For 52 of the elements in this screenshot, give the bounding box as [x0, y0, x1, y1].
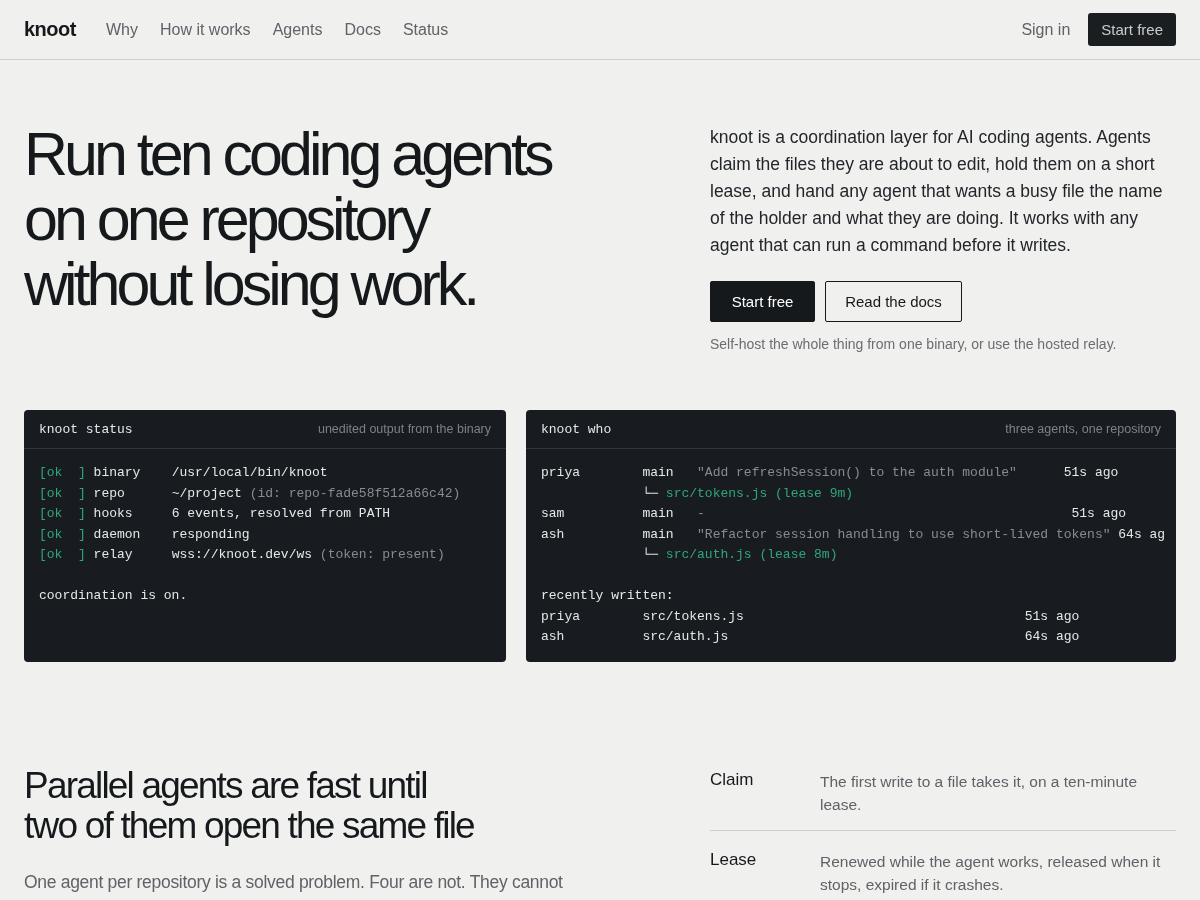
terminal-highlight: [ok ] [39, 547, 86, 562]
section-paragraph: One agent per repository is a solved problem. Four are not. They cannot [24, 872, 563, 893]
terminal-text: └─ [641, 547, 660, 562]
terminal-text: 64s ag [1117, 526, 1166, 542]
sign-in-link[interactable]: Sign in [1021, 20, 1071, 39]
section-heading: Parallel agents are fast until two of them open the same file [24, 766, 475, 846]
terminal-text: recently written: [541, 588, 674, 603]
terminal-text: priya src/tokens.js 51s ago [541, 608, 1080, 624]
cta-button[interactable]: Read the docs [825, 281, 962, 322]
terminal-highlight: [ok ] [39, 526, 86, 542]
terminal-highlight: src/tokens.js (lease 9m) [665, 485, 854, 501]
terminal-comment: "Add refreshSession() to the auth module" [697, 465, 1017, 480]
terminal-caption: three agents, one repository [1005, 422, 1161, 436]
terminal-text: binary /usr/local/bin/knoot [92, 465, 328, 480]
terminal-command: knoot who [541, 421, 612, 437]
nav-link[interactable]: Docs [344, 20, 381, 39]
terminal-text: 51s ago [1062, 465, 1119, 480]
nav-link[interactable]: Status [402, 20, 449, 39]
terminal-text: ash src/auth.js 64s ago [541, 629, 1080, 644]
hero-description: knoot is a coordination layer for AI coding agents. Agents claim the files they are about to edit, hold them on a short lease, and hand any agent that wants a busy file the name of the holder and what they are doing. It works with any agent that can run a command before it writes. [710, 126, 1164, 257]
terminal-text: repo ~/project [92, 485, 242, 501]
hero-heading: Run ten coding agents on one repository without losing work. [24, 122, 551, 317]
terminal-highlight: src/auth.js (lease 8m) [665, 547, 838, 562]
terminal-text: └─ [641, 485, 660, 501]
terminal-text: hooks 6 events, resolved from PATH [92, 506, 391, 521]
terminal-text: priya main [541, 465, 675, 480]
term-definition: The first write to a file takes it, on a ten-minute lease. [820, 772, 1139, 815]
cta-button[interactable]: Start free [710, 281, 815, 322]
logo[interactable]: knoot [24, 18, 76, 41]
terminal-text: daemon responding [92, 526, 250, 542]
nav-link[interactable]: How it works [159, 20, 251, 39]
term-label: Claim [710, 770, 755, 791]
nav-link[interactable]: Why [105, 20, 138, 39]
terminal-command: knoot status [39, 421, 133, 437]
terminal-text: sam main [541, 506, 675, 521]
terminal-text: ash main [541, 526, 675, 542]
terminal-comment: (id: repo-fade58f512a66c42) [248, 485, 461, 501]
terminal-text: coordination is on. [39, 588, 188, 603]
terminal-comment: - [697, 506, 705, 521]
terminal-caption: unedited output from the binary [317, 422, 491, 436]
terminal-highlight: [ok ] [39, 465, 86, 480]
terminal-comment: "Refactor session handling to use short-lived tokens" [697, 526, 1111, 542]
hosting-note: Self-host the whole thing from one binary, or use the hosted relay. [710, 336, 1118, 352]
term-definition: Renewed while the agent works, released when it stops, expired if it crashes. [820, 852, 1162, 895]
terminal-comment: (token: present) [318, 547, 445, 562]
term-label: Lease [710, 850, 758, 871]
terminal-highlight: [ok ] [39, 485, 86, 501]
nav-link[interactable]: Agents [272, 20, 323, 39]
start-free-button[interactable]: Start free [1088, 13, 1176, 46]
terminal-highlight: [ok ] [39, 506, 86, 521]
terminal-text: 51s ago [1070, 506, 1127, 521]
terminal-text: relay wss://knoot.dev/ws [92, 547, 313, 562]
